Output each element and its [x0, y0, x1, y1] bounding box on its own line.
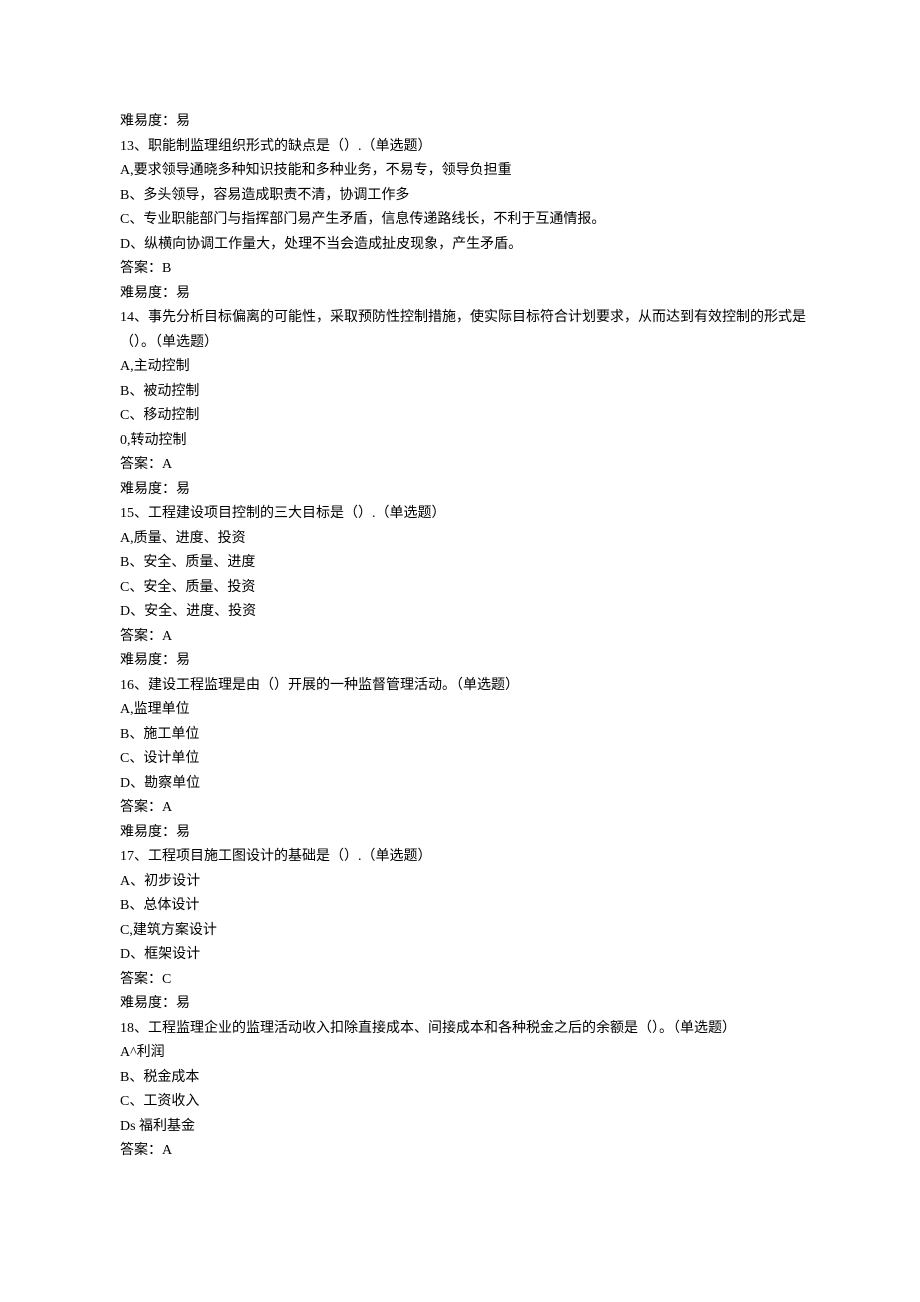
option-line: B、被动控制 — [120, 380, 810, 405]
option-line: B、税金成本 — [120, 1066, 810, 1091]
option-line: B、施工单位 — [120, 723, 810, 748]
option-line: D、安全、进度、投资 — [120, 600, 810, 625]
option-line: C、工资收入 — [120, 1090, 810, 1115]
option-line: Ds 福利基金 — [120, 1115, 810, 1140]
option-line: A,质量、进度、投资 — [120, 527, 810, 552]
text-line: 难易度：易 — [120, 649, 810, 674]
answer-line: 答案：B — [120, 257, 810, 282]
option-line: D、勘察单位 — [120, 772, 810, 797]
option-line: C、专业职能部门与指挥部门易产生矛盾，信息传递路线长，不利于互通情报。 — [120, 208, 810, 233]
option-line: A,监理单位 — [120, 698, 810, 723]
document-page: 难易度：易 13、职能制监理组织形式的缺点是（）.（单选题） A,要求领导通晓多… — [0, 0, 920, 1214]
option-line: B、安全、质量、进度 — [120, 551, 810, 576]
option-line: 0,转动控制 — [120, 429, 810, 454]
option-line: A,要求领导通晓多种知识技能和多种业务，不易专，领导负担重 — [120, 159, 810, 184]
question-line: 13、职能制监理组织形式的缺点是（）.（单选题） — [120, 135, 810, 160]
option-line: D、纵横向协调工作量大，处理不当会造成扯皮现象，产生矛盾。 — [120, 233, 810, 258]
option-line: B、多头领导，容易造成职责不清，协调工作多 — [120, 184, 810, 209]
option-line: C、移动控制 — [120, 404, 810, 429]
text-line: 难易度：易 — [120, 478, 810, 503]
option-line: A、初步设计 — [120, 870, 810, 895]
option-line: C、安全、质量、投资 — [120, 576, 810, 601]
answer-line: 答案：C — [120, 968, 810, 993]
answer-line: 答案：A — [120, 625, 810, 650]
option-line: D、框架设计 — [120, 943, 810, 968]
text-line: 难易度：易 — [120, 282, 810, 307]
text-line: 难易度：易 — [120, 821, 810, 846]
question-line: 14、事先分析目标偏离的可能性，采取预防性控制措施，使实际目标符合计划要求，从而… — [120, 306, 810, 355]
answer-line: 答案：A — [120, 1139, 810, 1164]
question-line: 17、工程项目施工图设计的基础是（）.（单选题） — [120, 845, 810, 870]
option-line: C、设计单位 — [120, 747, 810, 772]
answer-line: 答案：A — [120, 453, 810, 478]
option-line: B、总体设计 — [120, 894, 810, 919]
text-line: 难易度：易 — [120, 992, 810, 1017]
answer-line: 答案：A — [120, 796, 810, 821]
option-line: A,主动控制 — [120, 355, 810, 380]
question-line: 16、建设工程监理是由（）开展的一种监督管理活动。（单选题） — [120, 674, 810, 699]
question-line: 15、工程建设项目控制的三大目标是（）.（单选题） — [120, 502, 810, 527]
option-line: A^利润 — [120, 1041, 810, 1066]
option-line: C,建筑方案设计 — [120, 919, 810, 944]
text-line: 难易度：易 — [120, 110, 810, 135]
question-line: 18、工程监理企业的监理活动收入扣除直接成本、间接成本和各种税金之后的余额是（）… — [120, 1017, 810, 1042]
